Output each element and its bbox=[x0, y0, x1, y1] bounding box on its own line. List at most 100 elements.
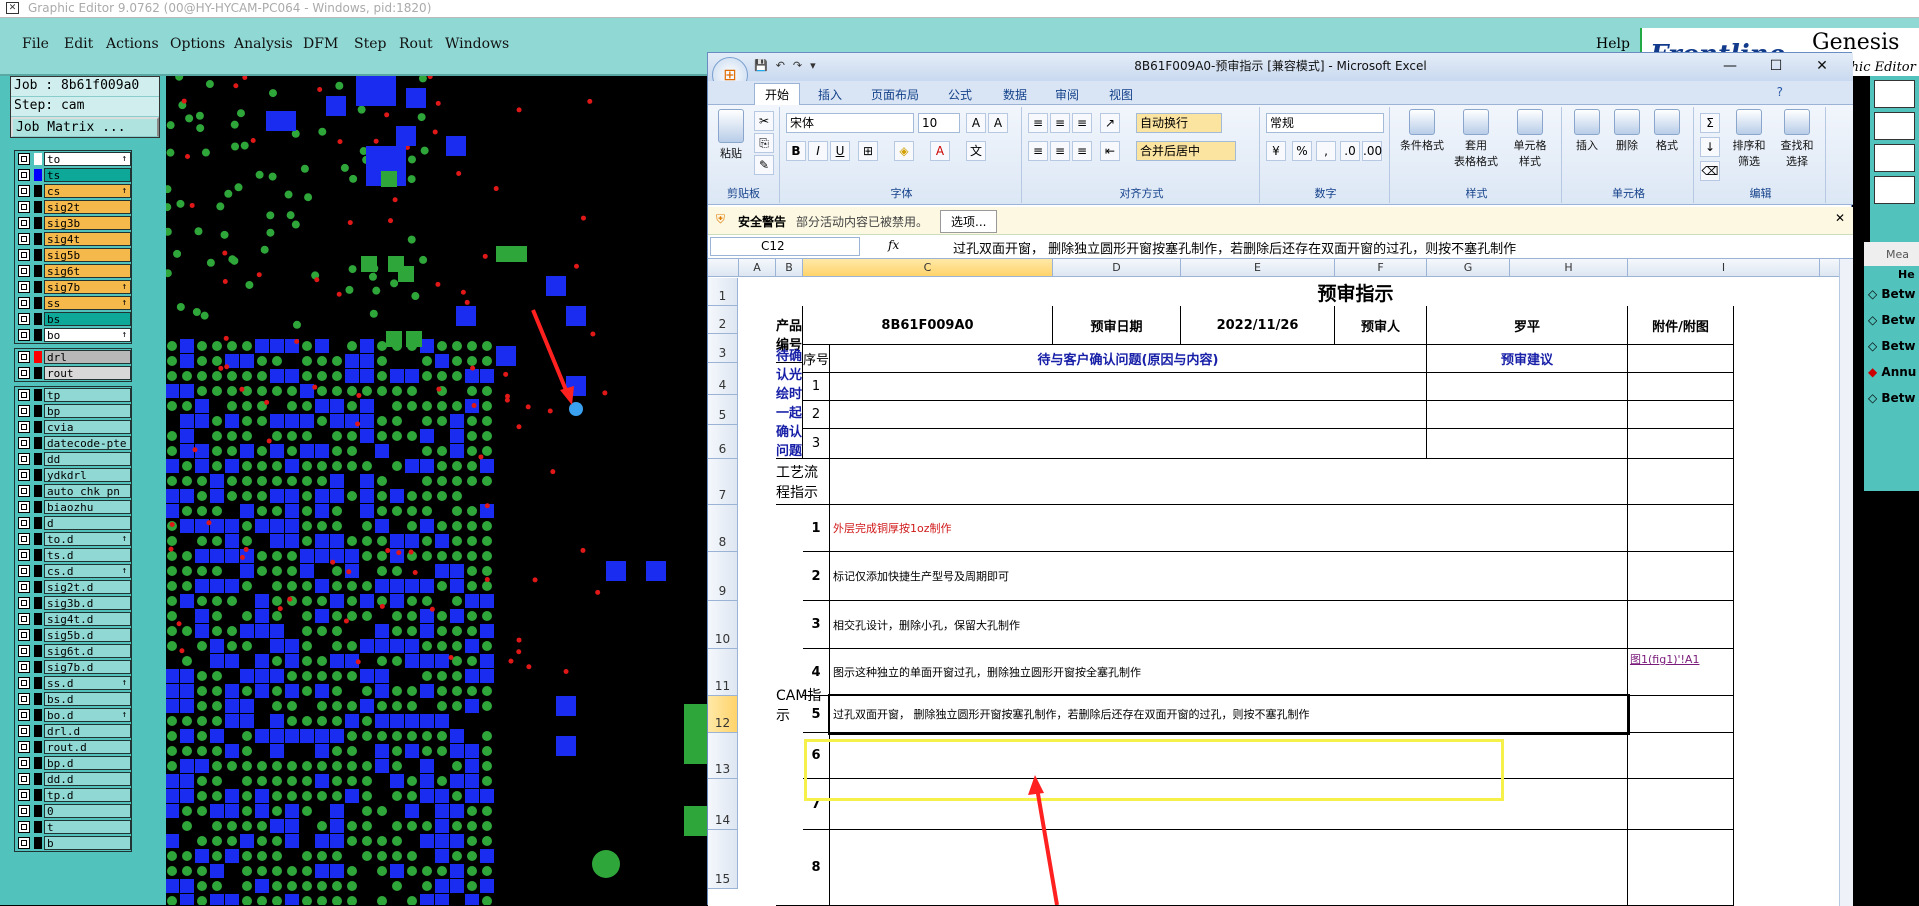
issue-label[interactable]: 待与客户确认问题(原因与内容) bbox=[830, 345, 1427, 373]
name-box[interactable]: C12 bbox=[710, 237, 860, 256]
layer-name[interactable]: rout.d bbox=[44, 740, 131, 754]
confirm-row-number[interactable]: 2 bbox=[803, 401, 830, 429]
layer-checkbox[interactable] bbox=[18, 565, 30, 577]
layer-row[interactable]: ts bbox=[15, 167, 131, 183]
reviewer-value[interactable]: 罗平 bbox=[1427, 306, 1628, 345]
menu-file[interactable]: File bbox=[22, 36, 49, 52]
measure-item[interactable]: ◇ Betw bbox=[1868, 287, 1919, 301]
measure-item[interactable]: ◆ Annu bbox=[1868, 365, 1919, 379]
date-label[interactable]: 预审日期 bbox=[1053, 306, 1181, 345]
cam-row-number[interactable]: 8 bbox=[803, 830, 830, 906]
cell-styles-button[interactable]: 单元格 样式 bbox=[1504, 109, 1556, 169]
column-header[interactable]: B bbox=[776, 259, 803, 277]
layer-name[interactable]: t bbox=[44, 820, 131, 834]
layer-row[interactable]: datecode-pte bbox=[15, 435, 131, 451]
cam-row-text[interactable]: 相交孔设计，删除小孔，保留大孔制作 bbox=[830, 601, 1628, 649]
layer-row[interactable]: bs.d bbox=[15, 691, 131, 707]
layer-row[interactable]: sig6t bbox=[15, 263, 131, 279]
layer-row[interactable]: d bbox=[15, 515, 131, 531]
indent-decrease-icon[interactable]: ⇤ bbox=[1100, 141, 1120, 161]
attachment-link[interactable]: 图1(fig1)'!A1 bbox=[1628, 649, 1734, 696]
menu-actions[interactable]: Actions bbox=[106, 36, 159, 52]
layer-row[interactable]: dd.d bbox=[15, 771, 131, 787]
tool-button[interactable] bbox=[1874, 112, 1915, 140]
layer-name[interactable]: dd.d bbox=[44, 772, 131, 786]
menu-dfm[interactable]: DFM bbox=[303, 36, 338, 52]
layer-color-swatch[interactable] bbox=[34, 351, 42, 363]
increase-decimal-icon[interactable]: .0 bbox=[1340, 141, 1360, 161]
layer-checkbox[interactable] bbox=[18, 693, 30, 705]
layer-row[interactable]: bo.d ↑ bbox=[15, 707, 131, 723]
layer-checkbox[interactable] bbox=[18, 597, 30, 609]
layer-color-swatch[interactable] bbox=[34, 549, 42, 561]
row-header[interactable]: 4 bbox=[708, 363, 738, 395]
layer-row[interactable]: sig2t.d bbox=[15, 579, 131, 595]
cell[interactable] bbox=[1427, 401, 1628, 429]
layer-name[interactable]: bs.d bbox=[44, 692, 131, 706]
confirm-row-number[interactable]: 1 bbox=[803, 373, 830, 401]
paste-button[interactable]: 粘贴 bbox=[716, 109, 746, 161]
layer-color-swatch[interactable] bbox=[34, 789, 42, 801]
delete-cells-button[interactable]: 删除 bbox=[1608, 109, 1646, 153]
layer-checkbox[interactable] bbox=[18, 805, 30, 817]
cell[interactable] bbox=[1427, 429, 1628, 459]
layer-row[interactable]: sig7b.d bbox=[15, 659, 131, 675]
column-header[interactable]: E bbox=[1181, 259, 1335, 277]
layer-row[interactable]: drl bbox=[15, 349, 131, 365]
layer-row[interactable]: to ↑ bbox=[15, 151, 131, 167]
layer-name[interactable]: biaozhu bbox=[44, 500, 131, 514]
layer-color-swatch[interactable] bbox=[34, 565, 42, 577]
layer-row[interactable]: sig5b bbox=[15, 247, 131, 263]
layer-name[interactable]: drl.d bbox=[44, 724, 131, 738]
layer-row[interactable]: ss ↑ bbox=[15, 295, 131, 311]
layer-row[interactable]: sig7b ↑ bbox=[15, 279, 131, 295]
cam-row-text[interactable]: 外层完成铜厚按1oz制作 bbox=[830, 505, 1628, 552]
tool-button[interactable] bbox=[1874, 176, 1915, 204]
tab-insert[interactable]: 插入 bbox=[818, 86, 842, 103]
menu-analysis[interactable]: Analysis bbox=[234, 36, 293, 52]
layer-color-swatch[interactable] bbox=[34, 421, 42, 433]
row-header[interactable]: 3 bbox=[708, 334, 738, 363]
tab-view[interactable]: 视图 bbox=[1109, 86, 1133, 103]
layer-name[interactable]: ss ↑ bbox=[44, 296, 131, 310]
layer-color-swatch[interactable] bbox=[34, 389, 42, 401]
tab-review[interactable]: 审阅 bbox=[1055, 86, 1079, 103]
clear-icon[interactable]: ⌫ bbox=[1700, 161, 1720, 181]
tab-data[interactable]: 数据 bbox=[1003, 86, 1027, 103]
font-name-select[interactable]: 宋体 bbox=[786, 113, 914, 133]
layer-checkbox[interactable] bbox=[18, 185, 30, 197]
cut-icon[interactable]: ✂ bbox=[754, 111, 774, 131]
layer-color-swatch[interactable] bbox=[34, 709, 42, 721]
layer-checkbox[interactable] bbox=[18, 169, 30, 181]
layer-row[interactable]: biaozhu bbox=[15, 499, 131, 515]
layer-color-swatch[interactable] bbox=[34, 313, 42, 325]
cell[interactable] bbox=[830, 459, 1628, 505]
fx-icon[interactable]: fx bbox=[888, 238, 899, 252]
layer-name[interactable]: 0 bbox=[44, 804, 131, 818]
autosum-icon[interactable]: Σ bbox=[1700, 113, 1720, 133]
layer-name[interactable]: auto_chk_pn bbox=[44, 484, 131, 498]
layer-row[interactable]: bp.d bbox=[15, 755, 131, 771]
layer-color-swatch[interactable] bbox=[34, 233, 42, 245]
layer-checkbox[interactable] bbox=[18, 329, 30, 341]
layer-color-swatch[interactable] bbox=[34, 405, 42, 417]
customize-icon[interactable]: ▾ bbox=[810, 59, 816, 72]
shrink-font-icon[interactable]: A bbox=[988, 113, 1008, 133]
layer-color-swatch[interactable] bbox=[34, 821, 42, 833]
layer-row[interactable]: to.d ↑ bbox=[15, 531, 131, 547]
format-table-button[interactable]: 套用 表格格式 bbox=[1450, 109, 1502, 169]
wrap-text-button[interactable]: 自动换行 bbox=[1136, 113, 1222, 133]
currency-icon[interactable]: ¥ bbox=[1266, 141, 1286, 161]
copy-icon[interactable]: ⎘ bbox=[754, 133, 774, 153]
layer-color-swatch[interactable] bbox=[34, 517, 42, 529]
reviewer-label[interactable]: 预审人 bbox=[1335, 306, 1427, 345]
layer-checkbox[interactable] bbox=[18, 789, 30, 801]
column-header[interactable]: C bbox=[803, 259, 1053, 277]
layer-row[interactable]: sig3b bbox=[15, 215, 131, 231]
align-top-icon[interactable]: ≡ bbox=[1028, 113, 1048, 133]
layer-checkbox[interactable] bbox=[18, 533, 30, 545]
tab-formulas[interactable]: 公式 bbox=[948, 86, 972, 103]
layer-checkbox[interactable] bbox=[18, 629, 30, 641]
layer-name[interactable]: sig3b.d bbox=[44, 596, 131, 610]
layer-name[interactable]: sig7b ↑ bbox=[44, 280, 131, 294]
